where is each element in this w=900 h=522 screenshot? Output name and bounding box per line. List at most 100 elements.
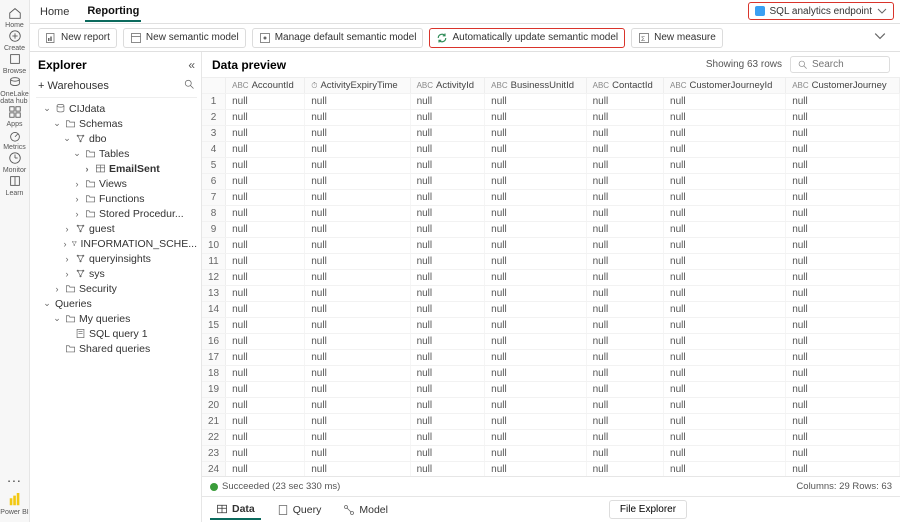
table-row[interactable]: 20nullnullnullnullnullnullnull: [202, 398, 900, 414]
tree-schema-dbo[interactable]: ⌄dbo: [36, 131, 197, 146]
column-header[interactable]: ABCAccountId: [226, 78, 305, 94]
table-row[interactable]: 6nullnullnullnullnullnullnull: [202, 174, 900, 190]
table-row[interactable]: 18nullnullnullnullnullnullnull: [202, 366, 900, 382]
file-explorer-button[interactable]: File Explorer: [609, 500, 687, 519]
table-row[interactable]: 3nullnullnullnullnullnullnull: [202, 126, 900, 142]
explorer-search-button[interactable]: [183, 78, 195, 93]
rail-browse[interactable]: Browse: [1, 52, 29, 75]
top-tab-bar: Home Reporting SQL analytics endpoint: [30, 0, 900, 24]
table-row[interactable]: 14nullnullnullnullnullnullnull: [202, 302, 900, 318]
new-measure-button[interactable]: Σ New measure: [631, 28, 723, 48]
endpoint-selector[interactable]: SQL analytics endpoint: [748, 2, 894, 20]
table-row[interactable]: 4nullnullnullnullnullnullnull: [202, 142, 900, 158]
table-icon: [95, 163, 106, 174]
table-row[interactable]: 12nullnullnullnullnullnullnull: [202, 270, 900, 286]
status-text: Succeeded (23 sec 330 ms): [222, 481, 340, 492]
table-row[interactable]: 13nullnullnullnullnullnullnull: [202, 286, 900, 302]
tree-schema-sys[interactable]: ›sys: [36, 266, 197, 281]
table-row[interactable]: 1nullnullnullnullnullnullnull: [202, 94, 900, 110]
table-row[interactable]: 19nullnullnullnullnullnullnull: [202, 382, 900, 398]
rail-onelake[interactable]: OneLake data hub: [1, 75, 29, 105]
table-row[interactable]: 5nullnullnullnullnullnullnull: [202, 158, 900, 174]
table-row[interactable]: 8nullnullnullnullnullnullnull: [202, 206, 900, 222]
table-row[interactable]: 16nullnullnullnullnullnullnull: [202, 334, 900, 350]
column-header[interactable]: ABCCustomerJourneyId: [664, 78, 786, 94]
explorer-collapse-button[interactable]: «: [188, 58, 195, 72]
table-row[interactable]: 24nullnullnullnullnullnullnull: [202, 462, 900, 477]
manage-default-button[interactable]: Manage default semantic model: [252, 28, 424, 48]
table-row[interactable]: 17nullnullnullnullnullnullnull: [202, 350, 900, 366]
table-icon: [216, 503, 228, 515]
tree-my-queries[interactable]: ⌄My queries: [36, 311, 197, 326]
column-header[interactable]: ⏱ActivityExpiryTime: [305, 78, 410, 94]
tree-table-emailsent[interactable]: ›EmailSent: [36, 161, 197, 176]
tree-schema-information[interactable]: ›INFORMATION_SCHE...: [36, 236, 197, 251]
folder-icon: [85, 208, 96, 219]
tree-functions[interactable]: ›Functions: [36, 191, 197, 206]
tree-warehouse-cijdata[interactable]: ⌄CIJdata: [36, 101, 197, 116]
tree-schema-queryinsights[interactable]: ›queryinsights: [36, 251, 197, 266]
schema-icon: [75, 253, 86, 264]
metrics-icon: [8, 128, 22, 142]
preview-search[interactable]: [790, 56, 890, 73]
tab-reporting[interactable]: Reporting: [85, 1, 141, 22]
warehouse-icon: [55, 103, 66, 114]
schema-icon: [75, 223, 86, 234]
tree-schema-guest[interactable]: ›guest: [36, 221, 197, 236]
rail-create[interactable]: Create: [1, 29, 29, 52]
ribbon-toolbar: New report New semantic model Manage def…: [30, 24, 900, 52]
tree-schemas[interactable]: ⌄Schemas: [36, 116, 197, 131]
column-header[interactable]: ABCActivityId: [410, 78, 485, 94]
tree-tables[interactable]: ⌄Tables: [36, 146, 197, 161]
tree-queries[interactable]: ⌄Queries: [36, 296, 197, 311]
new-report-button[interactable]: New report: [38, 28, 117, 48]
measure-icon: Σ: [638, 32, 650, 44]
create-icon: [8, 29, 22, 43]
search-icon: [797, 59, 808, 70]
column-header[interactable]: ABCCustomerJourney: [786, 78, 900, 94]
tree-stored-procedures[interactable]: ›Stored Procedur...: [36, 206, 197, 221]
schema-icon: [75, 133, 86, 144]
rail-more[interactable]: ...: [1, 469, 29, 485]
toolbar-overflow[interactable]: [868, 28, 892, 47]
search-input[interactable]: [812, 59, 882, 70]
table-row[interactable]: 11nullnullnullnullnullnullnull: [202, 254, 900, 270]
tree-shared-queries[interactable]: Shared queries: [36, 341, 197, 356]
auto-update-button[interactable]: Automatically update semantic model: [429, 28, 625, 48]
tree-sql-query-1[interactable]: SQL query 1: [36, 326, 197, 341]
explorer-title: Explorer: [38, 58, 87, 72]
table-row[interactable]: 15nullnullnullnullnullnullnull: [202, 318, 900, 334]
table-row[interactable]: 22nullnullnullnullnullnullnull: [202, 430, 900, 446]
table-row[interactable]: 2nullnullnullnullnullnullnull: [202, 110, 900, 126]
data-grid[interactable]: ABCAccountId⏱ActivityExpiryTimeABCActivi…: [202, 78, 900, 476]
table-row[interactable]: 7nullnullnullnullnullnullnull: [202, 190, 900, 206]
report-icon: [45, 32, 57, 44]
rail-powerbi[interactable]: Power BI: [0, 493, 28, 516]
rail-monitor[interactable]: Monitor: [1, 151, 29, 174]
bottom-tab-query[interactable]: Query: [271, 501, 328, 519]
home-icon: [8, 6, 22, 20]
column-header[interactable]: ABCContactId: [586, 78, 663, 94]
bottom-tab-data[interactable]: Data: [210, 500, 261, 520]
explorer-panel: Explorer « + Warehouses ⌄CIJdata ⌄Schema…: [30, 52, 202, 522]
tree-views[interactable]: ›Views: [36, 176, 197, 191]
table-row[interactable]: 23nullnullnullnullnullnullnull: [202, 446, 900, 462]
bottom-tab-model[interactable]: Model: [337, 501, 394, 519]
apps-icon: [8, 105, 22, 119]
tree-security[interactable]: ›Security: [36, 281, 197, 296]
sql-icon: [75, 328, 86, 339]
table-row[interactable]: 10nullnullnullnullnullnullnull: [202, 238, 900, 254]
rail-home[interactable]: Home: [1, 6, 29, 29]
add-warehouse-button[interactable]: + Warehouses: [38, 80, 109, 92]
tab-home[interactable]: Home: [38, 2, 71, 21]
folder-icon: [65, 313, 76, 324]
rail-metrics[interactable]: Metrics: [1, 128, 29, 151]
column-header[interactable]: ABCBusinessUnitId: [485, 78, 586, 94]
folder-icon: [65, 283, 76, 294]
rail-learn[interactable]: Learn: [1, 174, 29, 197]
table-row[interactable]: 21nullnullnullnullnullnullnull: [202, 414, 900, 430]
rail-apps[interactable]: Apps: [1, 105, 29, 128]
explorer-tree: ⌄CIJdata ⌄Schemas ⌄dbo ⌄Tables ›EmailSen…: [36, 98, 197, 518]
table-row[interactable]: 9nullnullnullnullnullnullnull: [202, 222, 900, 238]
new-semantic-model-button[interactable]: New semantic model: [123, 28, 246, 48]
